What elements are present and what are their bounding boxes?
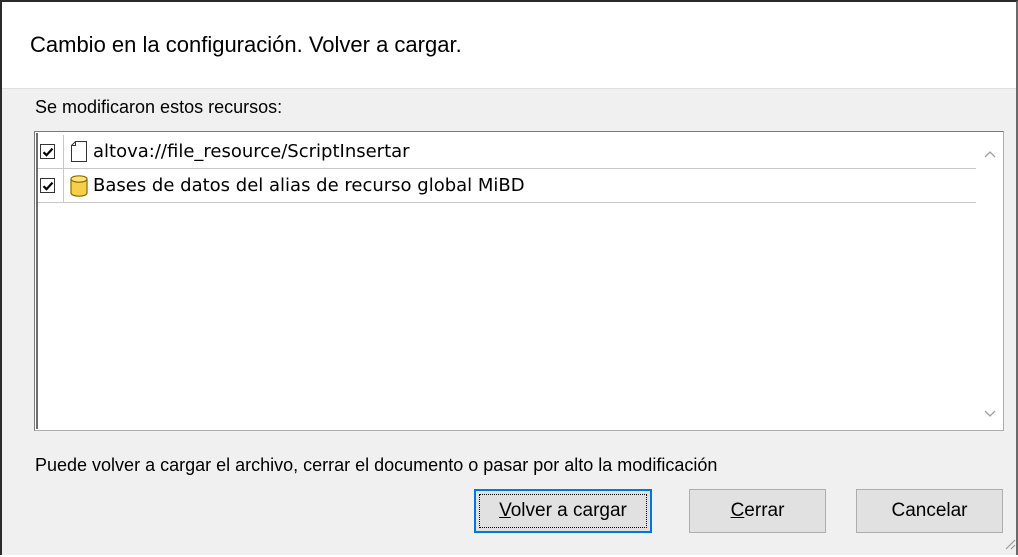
resource-checkbox[interactable] <box>40 178 55 193</box>
resources-list[interactable]: altova://file_resource/ScriptInsertar Ba… <box>34 131 1004 431</box>
resources-rows: altova://file_resource/ScriptInsertar Ba… <box>38 135 976 203</box>
database-icon <box>70 174 88 197</box>
reload-button[interactable]: Volver a cargar <box>474 489 652 533</box>
cancel-button-label: Cancelar <box>891 500 968 521</box>
list-item[interactable]: Bases de datos del alias de recurso glob… <box>38 169 976 203</box>
file-icon <box>70 141 88 163</box>
list-item[interactable]: altova://file_resource/ScriptInsertar <box>38 135 976 169</box>
scroll-down-icon[interactable] <box>977 399 1002 429</box>
checkmark-icon <box>42 181 54 191</box>
reload-dialog: Cambio en la configuración. Volver a car… <box>0 0 1018 555</box>
resource-label: Bases de datos del alias de recurso glob… <box>93 175 525 196</box>
resources-label: Se modificaron estos recursos: <box>35 97 283 117</box>
close-button[interactable]: Cerrar <box>689 489 826 533</box>
vertical-scrollbar[interactable] <box>977 133 1002 429</box>
cancel-button[interactable]: Cancelar <box>856 489 1003 533</box>
checkmark-icon <box>42 147 54 157</box>
dialog-title: Cambio en la configuración. Volver a car… <box>30 32 462 57</box>
column-separator <box>63 135 64 168</box>
close-button-label: Cerrar <box>730 500 785 521</box>
column-separator <box>63 169 64 202</box>
scroll-up-icon[interactable] <box>977 139 1002 169</box>
resource-label: altova://file_resource/ScriptInsertar <box>93 141 410 162</box>
footer-message: Puede volver a cargar el archivo, cerrar… <box>35 455 718 475</box>
dialog-header: Cambio en la configuración. Volver a car… <box>2 2 1016 89</box>
resize-grip-icon[interactable] <box>1002 536 1016 555</box>
resource-checkbox[interactable] <box>40 144 55 159</box>
focus-ring <box>479 494 647 528</box>
